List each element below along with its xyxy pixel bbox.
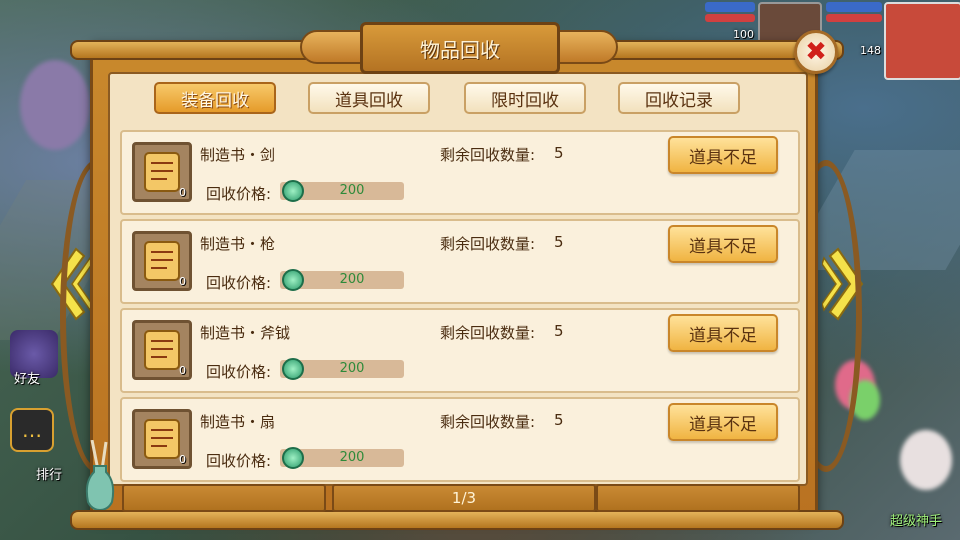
player-avatar[interactable] [884, 2, 960, 80]
item-name: 制造书・剑 [200, 146, 276, 164]
item-name: 制造书・枪 [200, 235, 276, 253]
remain-label: 剩余回收数量: [440, 324, 536, 342]
player-level: 148 [860, 44, 881, 57]
insufficient-items-button[interactable]: 道具不足 [668, 136, 778, 174]
player-hp-bar [826, 2, 882, 12]
player-mp-bar [826, 14, 882, 22]
page-indicator: 1/3 [332, 484, 596, 512]
insufficient-items-button[interactable]: 道具不足 [668, 403, 778, 441]
price-value: 200 [339, 361, 365, 376]
background-character [900, 430, 952, 490]
window-title-text: 物品回收 [420, 37, 500, 62]
insufficient-items-button[interactable]: 道具不足 [668, 314, 778, 352]
remain-value: 5 [554, 144, 564, 162]
close-x-icon: ✖ [805, 37, 827, 67]
item-count: 0 [179, 453, 186, 466]
price-label: 回收价格: [206, 274, 272, 292]
recycle-tabs: 装备回收 道具回收 限时回收 回收记录 [154, 82, 744, 116]
list-item: 0 制造书・斧钺 回收价格: 200 剩余回收数量: 5 道具不足 [120, 308, 800, 393]
jade-coin-icon [282, 180, 304, 202]
mp-bar [705, 14, 755, 22]
price-label: 回收价格: [206, 452, 272, 470]
right-hud-label[interactable]: 超级神手 [890, 510, 942, 529]
item-count: 0 [179, 275, 186, 288]
jade-coin-icon [282, 358, 304, 380]
insufficient-items-button[interactable]: 道具不足 [668, 225, 778, 263]
bottom-decoration-right [596, 484, 800, 512]
tab-item-recycle[interactable]: 道具回收 [308, 82, 430, 114]
remain-label: 剩余回收数量: [440, 146, 536, 164]
friends-label[interactable]: 好友 [14, 368, 40, 387]
window-title: 物品回收 [360, 22, 560, 74]
background-character [20, 60, 90, 150]
hp-bar [705, 2, 755, 12]
tab-recycle-history[interactable]: 回收记录 [618, 82, 740, 114]
item-name: 制造书・斧钺 [200, 324, 291, 342]
list-item: 0 制造书・枪 回收价格: 200 剩余回收数量: 5 道具不足 [120, 219, 800, 304]
close-button[interactable]: ✖ [794, 30, 838, 74]
price-value: 200 [339, 450, 365, 465]
remain-label: 剩余回收数量: [440, 235, 536, 253]
price-label: 回收价格: [206, 363, 272, 381]
recipe-scroll-icon[interactable]: 0 [132, 142, 192, 202]
tab-limited-recycle[interactable]: 限时回收 [464, 82, 586, 114]
ranking-label[interactable]: 排行 [36, 464, 62, 483]
item-count: 0 [179, 364, 186, 377]
recipe-scroll-icon[interactable]: 0 [132, 409, 192, 469]
remain-value: 5 [554, 322, 564, 340]
price-value: 200 [339, 183, 365, 198]
list-item: 0 制造书・剑 回收价格: 200 剩余回收数量: 5 道具不足 [120, 130, 800, 215]
item-name: 制造书・扇 [200, 413, 276, 431]
price-value: 200 [339, 272, 365, 287]
decorative-vase-icon [85, 440, 115, 510]
recipe-scroll-icon[interactable]: 0 [132, 231, 192, 291]
remain-label: 剩余回收数量: [440, 413, 536, 431]
item-count: 0 [179, 186, 186, 199]
jade-coin-icon [282, 269, 304, 291]
remain-value: 5 [554, 233, 564, 251]
list-item: 0 制造书・扇 回收价格: 200 剩余回收数量: 5 道具不足 [120, 397, 800, 482]
price-label: 回收价格: [206, 185, 272, 203]
jade-coin-icon [282, 447, 304, 469]
recipe-scroll-icon[interactable]: 0 [132, 320, 192, 380]
chat-bubble-icon[interactable]: … [10, 408, 54, 452]
bottom-decoration-left [122, 484, 326, 512]
remain-value: 5 [554, 411, 564, 429]
panel-bottom-scroll-bar [70, 510, 844, 530]
tab-equipment-recycle[interactable]: 装备回收 [154, 82, 276, 114]
